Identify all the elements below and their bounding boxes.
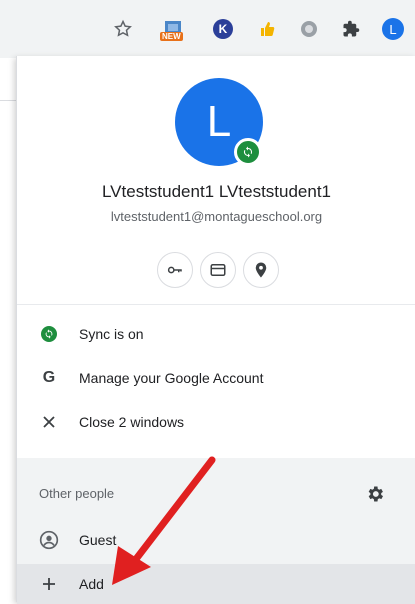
manage-people-gear-icon[interactable] [365, 484, 385, 509]
passwords-button[interactable] [157, 252, 193, 288]
profile-name: LVteststudent1 LVteststudent1 [101, 182, 332, 201]
k-extension-icon[interactable]: K [212, 18, 234, 40]
browser-toolbar: NEW K L [0, 0, 415, 58]
plus-icon [37, 577, 61, 591]
manage-google-account-item[interactable]: G Manage your Google Account [17, 358, 415, 398]
google-g-icon: G [42, 369, 56, 386]
sync-status-label: Sync is on [79, 326, 144, 342]
sync-status-item[interactable]: Sync is on [17, 314, 415, 354]
profile-email: lvteststudent1@montagueschool.org [110, 209, 323, 224]
guest-profile-item[interactable]: Guest [17, 520, 415, 560]
credit-card-icon [210, 264, 226, 276]
close-windows-label: Close 2 windows [79, 414, 185, 430]
close-icon [37, 415, 61, 429]
sync-icon [37, 326, 61, 342]
profile-menu: L LVteststudent1 LVteststudent1 lvtestst… [16, 56, 415, 604]
new-extension-icon[interactable]: NEW [160, 18, 184, 41]
add-label: Add [79, 576, 104, 592]
manage-account-label: Manage your Google Account [79, 370, 264, 386]
bookmark-star-icon[interactable] [112, 18, 134, 40]
puzzle-extensions-icon[interactable] [340, 18, 362, 40]
profile-avatar-button[interactable]: L [382, 18, 404, 40]
key-icon [167, 266, 182, 274]
other-people-section: Other people Guest Add [17, 458, 415, 604]
location-pin-icon [255, 262, 267, 278]
k-extension-letter: K [213, 19, 233, 39]
addresses-button[interactable] [243, 252, 279, 288]
add-profile-item[interactable]: Add [17, 564, 415, 604]
circle-extension-icon[interactable] [298, 18, 320, 40]
payment-methods-button[interactable] [200, 252, 236, 288]
guest-avatar-icon [37, 530, 61, 550]
close-windows-item[interactable]: Close 2 windows [17, 402, 415, 442]
sync-status-badge [234, 138, 262, 166]
new-badge: NEW [160, 32, 183, 41]
profile-avatar-letter: L [382, 18, 404, 40]
page-edge-divider [0, 100, 16, 101]
profile-avatar-initial: L [206, 97, 232, 146]
thumb-extension-icon[interactable] [256, 18, 278, 40]
other-people-title: Other people [39, 486, 115, 501]
guest-label: Guest [79, 532, 117, 548]
divider [17, 304, 415, 305]
